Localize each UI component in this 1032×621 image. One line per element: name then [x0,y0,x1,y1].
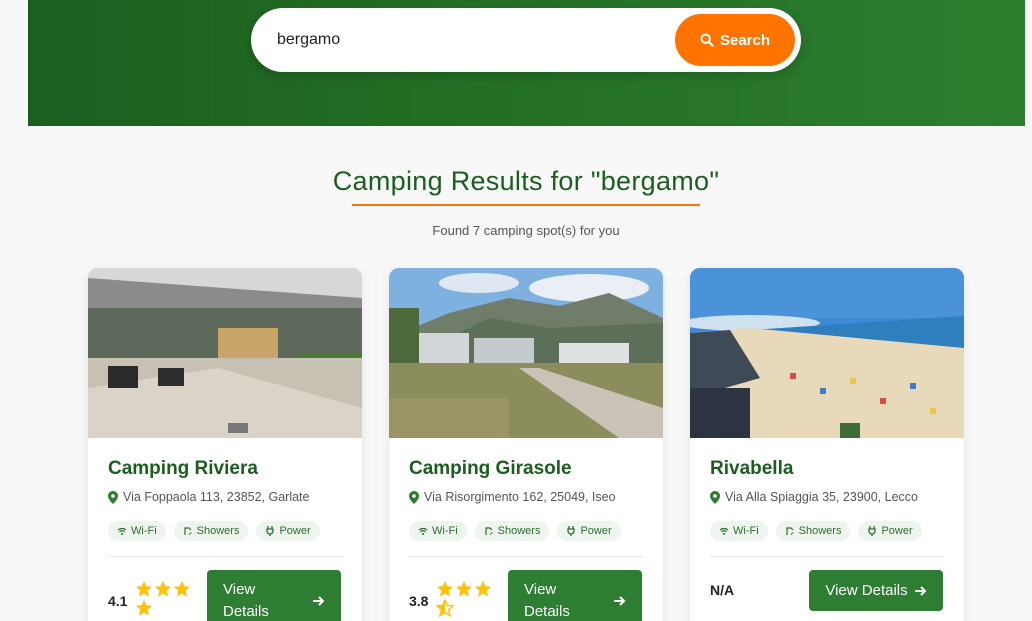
campsite-card: Camping Riviera Via Foppaola 113, 23852,… [88,268,362,621]
campsite-photo [389,268,663,438]
view-details-button[interactable]: View Details [207,570,341,621]
card-divider [108,556,342,557]
map-pin-icon [710,490,720,504]
amenities-list: Wi-Fi Showers Power [710,521,922,541]
results-title: Camping Results for "bergamo" [332,166,720,196]
campsite-address: Via Alla Spiaggia 35, 23900, Lecco [710,490,918,504]
arrow-right-icon [914,585,927,596]
star-icon [136,599,153,616]
star-icon [475,580,492,597]
card-divider [409,556,643,557]
shower-icon [485,527,493,535]
campsite-address: Via Risorgimento 162, 25049, Iseo [409,490,616,504]
view-details-button[interactable]: View Details [809,570,943,611]
campsite-name[interactable]: Camping Riviera [108,458,258,480]
address-text: Via Risorgimento 162, 25049, Iseo [424,490,616,504]
card-divider [710,556,944,557]
campsite-photo [690,268,964,438]
rating-stars [436,580,494,617]
amenities-list: Wi-Fi Showers Power [108,521,320,541]
results-count: Found 7 camping spot(s) for you [432,223,620,238]
amenity-power: Power [256,521,320,541]
plug-icon [266,526,275,536]
wifi-icon [719,527,729,535]
star-icon [437,580,454,597]
campsite-name[interactable]: Rivabella [710,458,793,480]
plug-icon [868,526,877,536]
address-text: Via Alla Spiaggia 35, 23900, Lecco [725,490,918,504]
star-icon [456,580,473,597]
star-half-icon [436,599,455,617]
rating-stars [135,580,193,617]
campsite-card: Camping Girasole Via Risorgimento 162, 2… [389,268,663,621]
rating-value: 3.8 [409,593,429,609]
arrow-right-icon [313,596,325,606]
rating: 3.8 [409,580,494,617]
campsite-photo [88,268,362,438]
amenity-wifi: Wi-Fi [409,521,467,541]
shower-icon [786,527,794,535]
address-text: Via Foppaola 113, 23852, Garlate [123,490,310,504]
campsite-card: Rivabella Via Alla Spiaggia 35, 23900, L… [690,268,964,621]
search-button-label: Search [719,31,771,49]
title-underline [352,204,700,206]
rating-value: N/A [710,582,735,598]
rating: 4.1 [108,580,193,617]
star-icon [136,580,153,597]
plug-icon [567,526,576,536]
search-button[interactable]: Search [675,14,795,66]
amenities-list: Wi-Fi Showers Power [409,521,621,541]
shower-icon [184,527,192,535]
wifi-icon [117,527,127,535]
amenity-showers: Showers [474,521,550,541]
amenity-wifi: Wi-Fi [710,521,768,541]
star-icon [155,580,172,597]
amenity-power: Power [557,521,621,541]
campsite-name[interactable]: Camping Girasole [409,458,572,480]
map-pin-icon [108,490,118,504]
search-icon [700,33,714,47]
arrow-right-icon [614,596,626,606]
wifi-icon [418,527,428,535]
star-icon [174,580,191,597]
rating-value: 4.1 [108,593,128,609]
amenity-showers: Showers [775,521,851,541]
campsite-address: Via Foppaola 113, 23852, Garlate [108,490,309,504]
amenity-wifi: Wi-Fi [108,521,166,541]
search-bar: Search [251,8,801,72]
amenity-power: Power [858,521,922,541]
view-details-button[interactable]: View Details [508,570,642,621]
map-pin-icon [409,490,419,504]
amenity-showers: Showers [173,521,249,541]
search-input[interactable] [277,28,657,52]
